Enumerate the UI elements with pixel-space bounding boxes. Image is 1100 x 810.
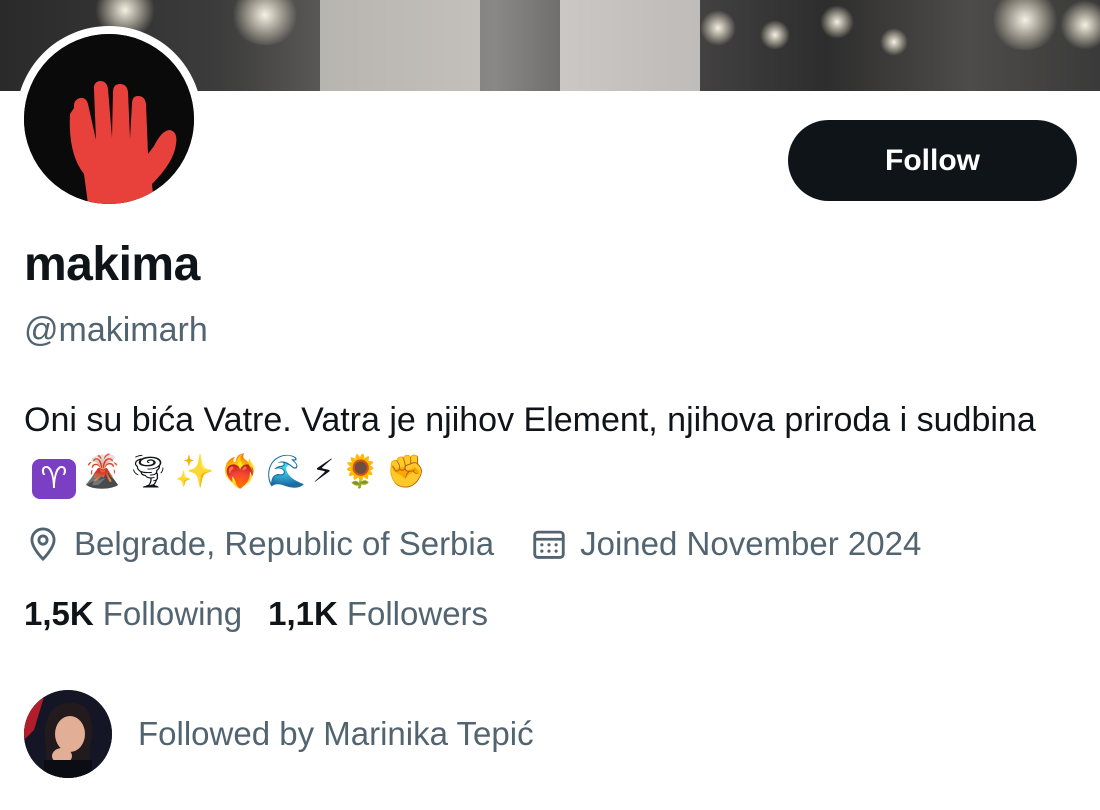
- aries-emoji: ♈: [32, 459, 76, 499]
- follow-stats: 1,5K Following 1,1K Followers: [24, 595, 488, 633]
- wave-emoji: 🌊: [266, 452, 306, 490]
- user-handle: @makimarh: [24, 311, 208, 349]
- follower-photo: [24, 690, 112, 778]
- profile-meta: Belgrade, Republic of Serbia Joined Nove…: [24, 520, 921, 568]
- followed-by-text: Followed by Marinika Tepić: [138, 715, 534, 752]
- followers-link[interactable]: 1,1K Followers: [268, 595, 488, 633]
- tornado-emoji: 🌪: [127, 452, 169, 490]
- lightning-emoji: ⚡: [312, 452, 335, 490]
- follow-button[interactable]: Follow: [788, 120, 1077, 201]
- display-name: makima: [24, 238, 200, 291]
- calendar-icon: [533, 530, 565, 559]
- profile-page: Follow makima @makimarh Oni su bića Vatr…: [0, 0, 1100, 810]
- location-pin-icon: [30, 527, 56, 562]
- followers-label: Followers: [346, 595, 489, 632]
- raised-fist-emoji: ✊: [386, 452, 427, 490]
- following-count: 1,5K: [24, 595, 94, 632]
- location-text: Belgrade, Republic of Serbia: [74, 525, 495, 562]
- followers-count: 1,1K: [268, 595, 338, 632]
- volcano-emoji: 🌋: [82, 452, 122, 490]
- heart-on-fire-emoji: ❤️‍🔥: [220, 452, 261, 490]
- followed-by-row[interactable]: Followed by Marinika Tepić: [24, 690, 534, 778]
- sunflower-emoji: 🌻: [340, 452, 381, 490]
- following-label: Following: [102, 595, 243, 632]
- profile-avatar[interactable]: [24, 34, 194, 204]
- red-hand-icon: [24, 34, 194, 204]
- bio-text: Oni su bića Vatre. Vatra je njihov Eleme…: [24, 401, 1036, 439]
- following-link[interactable]: 1,5K Following: [24, 595, 242, 633]
- sparkles-emoji: ✨: [174, 452, 215, 490]
- follower-avatar[interactable]: [24, 690, 112, 778]
- joined-date: Joined November 2024: [580, 525, 922, 562]
- profile-bio: Oni su bića Vatre. Vatra je njihov Eleme…: [24, 395, 1084, 499]
